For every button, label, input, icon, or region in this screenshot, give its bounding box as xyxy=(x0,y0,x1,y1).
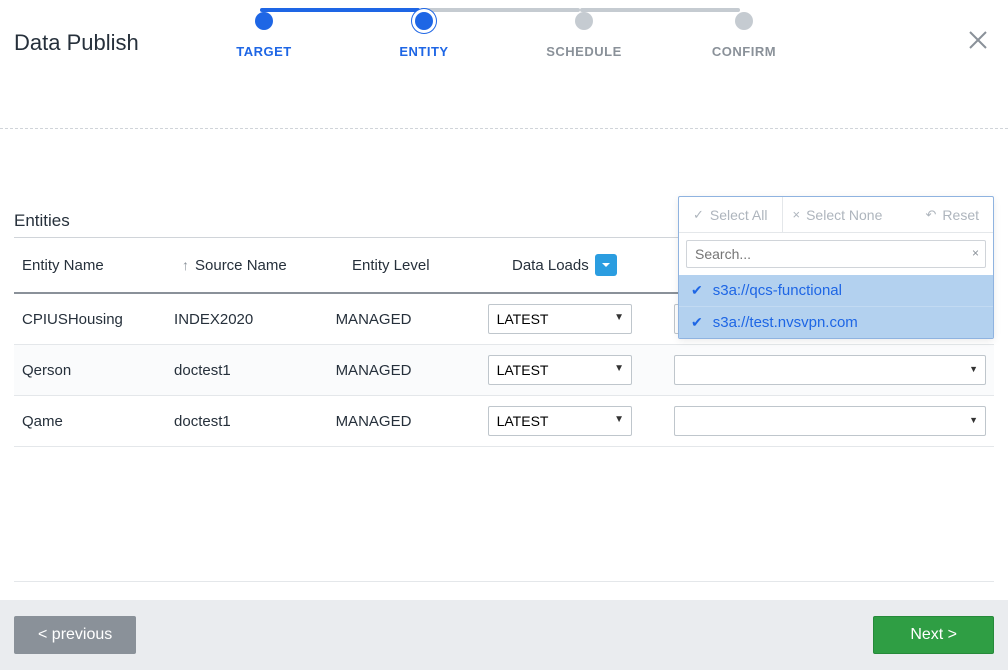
reset-label: Reset xyxy=(942,207,979,223)
close-icon xyxy=(966,28,990,52)
cell-source-name: INDEX2020 xyxy=(174,311,336,328)
step-circle-icon xyxy=(735,12,753,30)
buckets-select[interactable] xyxy=(674,406,986,436)
cell-entity-level: MANAGED xyxy=(336,413,488,430)
col-entity-name[interactable]: Entity Name xyxy=(22,254,182,276)
x-icon: × xyxy=(793,207,801,222)
step-schedule[interactable]: SCHEDULE xyxy=(504,12,664,59)
cell-source-name: doctest1 xyxy=(174,362,336,379)
step-label: ENTITY xyxy=(399,44,448,59)
chevron-down-icon xyxy=(601,260,611,270)
col-label: Data Loads xyxy=(512,257,589,274)
cell-entity-level: MANAGED xyxy=(336,362,488,379)
data-loads-select[interactable]: LATEST xyxy=(488,406,632,436)
step-label: CONFIRM xyxy=(712,44,776,59)
close-button[interactable] xyxy=(966,28,990,57)
col-label: Entity Name xyxy=(22,257,104,274)
dropdown-option[interactable]: ✔ s3a://qcs-functional xyxy=(679,275,993,306)
step-circle-icon xyxy=(255,12,273,30)
next-button[interactable]: Next > xyxy=(873,616,994,654)
page-title: Data Publish xyxy=(14,30,139,56)
step-connector xyxy=(420,8,580,12)
select-all-label: Select All xyxy=(710,207,768,223)
col-data-loads[interactable]: Data Loads xyxy=(512,254,682,276)
check-icon: ✔ xyxy=(691,282,703,299)
step-circle-icon xyxy=(575,12,593,30)
step-label: TARGET xyxy=(236,44,291,59)
select-none-label: Select None xyxy=(806,207,882,223)
option-label: s3a://qcs-functional xyxy=(713,282,842,299)
step-confirm[interactable]: CONFIRM xyxy=(664,12,824,59)
cell-source-name: doctest1 xyxy=(174,413,336,430)
col-source-name[interactable]: ↑ Source Name xyxy=(182,254,352,276)
divider xyxy=(14,581,994,582)
select-all-button[interactable]: ✓ Select All xyxy=(679,197,783,232)
cell-entity-name: Qame xyxy=(22,413,174,430)
table-row: Qame doctest1 MANAGED LATEST xyxy=(14,396,994,447)
wizard-footer: < previous Next > xyxy=(0,600,1008,670)
cell-entity-level: MANAGED xyxy=(336,311,488,328)
option-label: s3a://test.nvsvpn.com xyxy=(713,314,858,331)
col-label: Entity Level xyxy=(352,257,430,274)
data-loads-filter-button[interactable] xyxy=(595,254,617,276)
previous-button[interactable]: < previous xyxy=(14,616,136,654)
dropdown-search-input[interactable] xyxy=(686,240,986,268)
select-none-button[interactable]: × Select None xyxy=(783,207,893,223)
buckets-dropdown: ✓ Select All × Select None ↶ Reset × ✔ s… xyxy=(678,196,994,339)
dropdown-option[interactable]: ✔ s3a://test.nvsvpn.com xyxy=(679,306,993,338)
check-icon: ✓ xyxy=(693,207,704,223)
table-row: Qerson doctest1 MANAGED LATEST xyxy=(14,345,994,396)
data-loads-select[interactable]: LATEST xyxy=(488,304,632,334)
check-icon: ✔ xyxy=(691,314,703,331)
step-target[interactable]: TARGET xyxy=(184,12,344,59)
cell-entity-name: Qerson xyxy=(22,362,174,379)
buckets-select[interactable] xyxy=(674,355,986,385)
col-label: Source Name xyxy=(195,257,287,274)
step-entity[interactable]: ENTITY xyxy=(344,12,504,59)
clear-search-button[interactable]: × xyxy=(972,246,979,260)
step-connector xyxy=(260,8,420,12)
cell-entity-name: CPIUSHousing xyxy=(22,311,174,328)
sort-asc-icon: ↑ xyxy=(182,257,189,273)
step-label: SCHEDULE xyxy=(546,44,622,59)
reset-icon: ↶ xyxy=(926,207,937,223)
step-circle-icon xyxy=(415,12,433,30)
data-loads-select[interactable]: LATEST xyxy=(488,355,632,385)
reset-button[interactable]: ↶ Reset xyxy=(916,207,993,223)
step-connector xyxy=(580,8,740,12)
col-entity-level[interactable]: Entity Level xyxy=(352,254,512,276)
